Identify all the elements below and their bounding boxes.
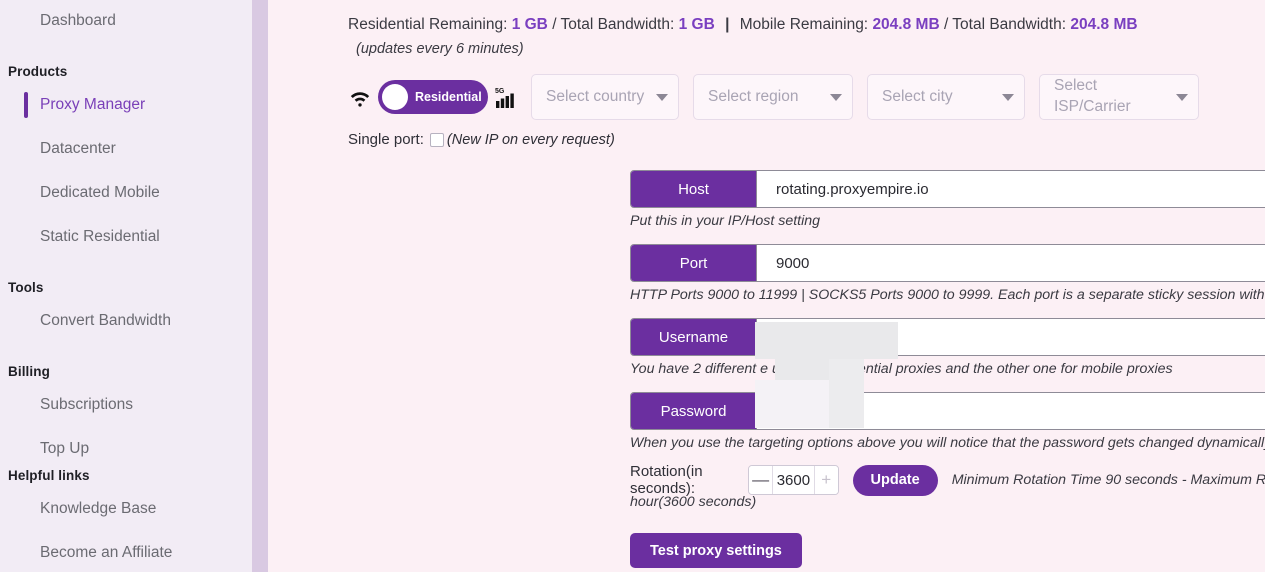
single-port-label: Single port: (348, 131, 424, 148)
sidebar-item-dedicated-mobile[interactable]: Dedicated Mobile (0, 184, 252, 203)
password-helper-text: When you use the targeting options above… (630, 435, 1265, 451)
sidebar: Dashboard Products Proxy Manager Datacenter… (0, 0, 268, 572)
residential-mobile-toggle[interactable]: Residential (378, 80, 488, 114)
sidebar-item-become-an-affiliate[interactable]: Become an Affiliate (0, 544, 252, 563)
sidebar-item-top-up[interactable]: Top Up (0, 440, 252, 459)
sidebar-item-knowledge-base[interactable]: Knowledge Base (0, 500, 252, 519)
password-field-row: Password (630, 392, 1265, 430)
chevron-down-icon (656, 93, 668, 101)
wifi-icon (348, 85, 378, 109)
bandwidth-separator: | (725, 16, 730, 33)
chevron-down-icon (830, 93, 842, 101)
bandwidth-update-note: (updates every 6 minutes) (356, 41, 524, 57)
mobile-total-label: / Total Bandwidth: (943, 16, 1067, 33)
rotation-row: Rotation(in seconds): — 3600 + Update Mi… (630, 463, 1265, 497)
svg-text:5G: 5G (495, 88, 505, 95)
mobile-remaining-value: 204.8 MB (872, 16, 940, 33)
select-isp-placeholder: Select ISP/Carrier (1054, 77, 1131, 115)
rotation-note-line1: Minimum Rotation Time 90 seconds - Maxim… (951, 472, 1265, 488)
select-country[interactable]: Select country (531, 74, 679, 120)
password-field-label: Password (631, 393, 756, 429)
residential-total-value: 1 GB (678, 16, 715, 33)
toggle-label: Residential (415, 90, 482, 104)
single-port-row: Single port: (New IP on every request) (348, 131, 615, 148)
targeting-row: Residential 5G Select country Select reg… (348, 74, 1199, 120)
residential-total-label: / Total Bandwidth: (552, 16, 675, 33)
password-field-input[interactable] (756, 393, 1265, 429)
rotation-stepper: — 3600 + (748, 465, 839, 495)
host-helper-text: Put this in your IP/Host setting (630, 213, 821, 229)
toggle-knob (382, 84, 408, 110)
select-city-placeholder: Select city (882, 87, 953, 105)
select-city[interactable]: Select city (867, 74, 1025, 120)
app-root: Dashboard Products Proxy Manager Datacenter… (0, 0, 1265, 572)
username-helper-text: You have 2 different e used for resident… (630, 361, 1173, 377)
sidebar-item-proxy-manager[interactable]: Proxy Manager (0, 92, 252, 118)
sidebar-item-convert-bandwidth[interactable]: Convert Bandwidth (0, 312, 252, 331)
bandwidth-summary: Residential Remaining: 1 GB / Total Band… (348, 16, 1138, 34)
sidebar-group-billing: Billing (8, 364, 50, 379)
chevron-down-icon (1002, 93, 1014, 101)
username-field-row: Username (630, 318, 1265, 356)
sidebar-scrollbar[interactable] (252, 0, 268, 572)
rotation-decrement-button[interactable]: — (749, 466, 773, 494)
sidebar-item-static-residential[interactable]: Static Residential (0, 228, 252, 247)
port-helper-text: HTTP Ports 9000 to 11999 | SOCKS5 Ports … (630, 287, 1265, 303)
port-field-row: Port 9000 (630, 244, 1265, 282)
chevron-down-icon (1176, 93, 1188, 101)
rotation-increment-button[interactable]: + (813, 466, 838, 494)
select-country-placeholder: Select country (546, 87, 645, 105)
host-field-label: Host (631, 171, 756, 207)
sidebar-group-helpful-links: Helpful links (8, 468, 90, 483)
residential-remaining-value: 1 GB (511, 16, 548, 33)
update-button[interactable]: Update (852, 464, 938, 496)
main-content: Residential Remaining: 1 GB / Total Band… (268, 0, 1265, 572)
sidebar-item-dashboard[interactable]: Dashboard (0, 12, 252, 31)
rotation-value-input[interactable]: 3600 (773, 472, 814, 489)
port-field-input[interactable]: 9000 (756, 245, 1265, 281)
username-field-input[interactable] (756, 319, 1265, 355)
single-port-note: (New IP on every request) (446, 131, 615, 148)
sidebar-item-subscriptions[interactable]: Subscriptions (0, 396, 252, 415)
sidebar-group-tools: Tools (8, 280, 44, 295)
mobile-total-value: 204.8 MB (1070, 16, 1138, 33)
mobile-remaining-label: Mobile Remaining: (739, 16, 869, 33)
test-proxy-settings-button[interactable]: Test proxy settings (630, 533, 802, 568)
select-isp-carrier[interactable]: Select ISP/Carrier (1039, 74, 1199, 120)
username-field-label: Username (631, 319, 756, 355)
select-region-placeholder: Select region (708, 87, 799, 105)
host-field-row: Host rotating.proxyempire.io (630, 170, 1265, 208)
sidebar-group-products: Products (8, 64, 68, 79)
residential-remaining-label: Residential Remaining: (348, 16, 508, 33)
host-field-input[interactable]: rotating.proxyempire.io (756, 171, 1265, 207)
rotation-note-line2: hour(3600 seconds) (630, 494, 757, 510)
port-field-label: Port (631, 245, 756, 281)
single-port-checkbox[interactable] (429, 132, 444, 147)
rotation-label: Rotation(in seconds): (630, 463, 703, 497)
5g-signal-icon: 5G (488, 85, 517, 109)
select-region[interactable]: Select region (693, 74, 853, 120)
sidebar-item-datacenter[interactable]: Datacenter (0, 140, 252, 159)
